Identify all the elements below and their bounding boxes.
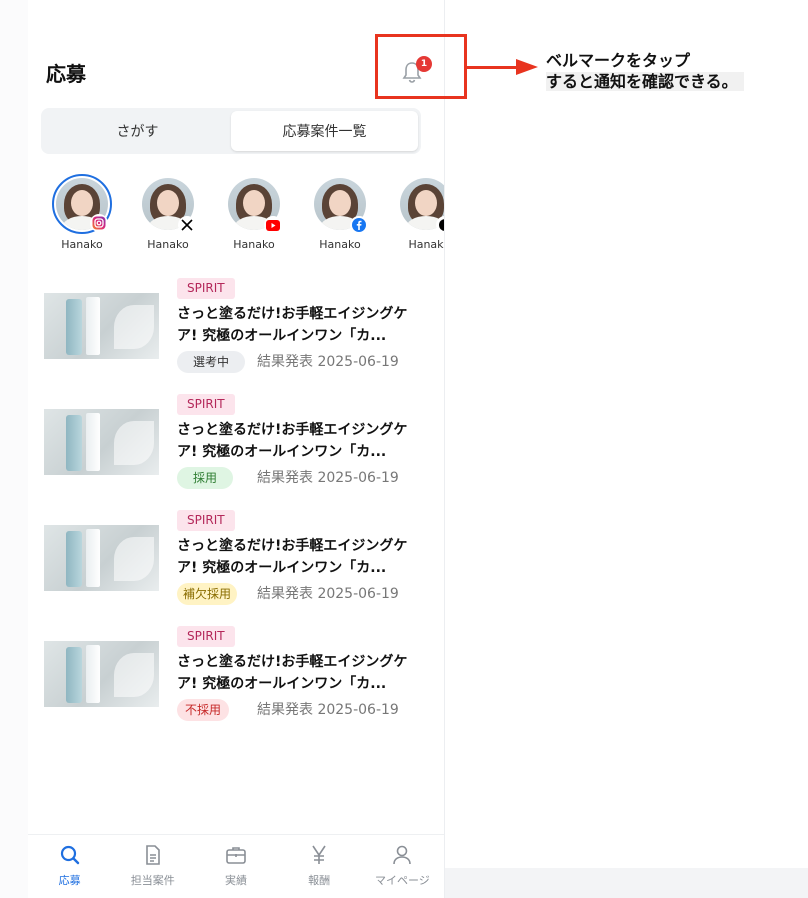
status-badge: 選考中 (177, 351, 246, 373)
product-thumbnail (44, 525, 159, 591)
brand-tag: SPIRIT (177, 394, 235, 415)
product-thumbnail (44, 409, 159, 475)
account-name: Hanako (147, 238, 189, 251)
instagram-icon (90, 214, 108, 232)
campaign-title: さっと塗るだけ!お手軽エイジングケア! 究極のオールインワン「カ... (177, 306, 408, 344)
nav-apply[interactable]: 応募 (30, 843, 110, 888)
account-item[interactable]: Hanak (396, 174, 444, 254)
nav-label: マイページ (374, 874, 430, 887)
account-item[interactable]: Hanako (138, 174, 198, 254)
page-left-margin (0, 0, 28, 898)
account-name: Hanako (233, 238, 275, 251)
account-item[interactable]: Hanako (224, 174, 284, 254)
account-name: Hanako (319, 238, 361, 251)
account-name: Hanak (408, 238, 444, 251)
nav-mypage[interactable]: マイページ (362, 843, 442, 888)
nav-label: 実績 (224, 874, 247, 887)
avatar-selected-ring (52, 174, 112, 234)
bell-highlight-box (375, 34, 467, 99)
nav-label: 報酬 (308, 874, 331, 887)
tab-application-list[interactable]: 応募案件一覧 (231, 111, 418, 151)
yen-icon (312, 845, 326, 864)
application-list: SPIRIT さっと塗るだけ!お手軽エイジングケア! 究極のオールインワン「カ.… (44, 278, 444, 742)
youtube-icon (264, 216, 282, 234)
product-thumbnail (44, 641, 159, 707)
list-item[interactable]: SPIRIT さっと塗るだけ!お手軽エイジングケア! 究極のオールインワン「カ.… (44, 510, 444, 626)
brand-tag: SPIRIT (177, 278, 235, 299)
product-thumbnail (44, 293, 159, 359)
account-name: Hanako (61, 238, 103, 251)
status-badge: 採用 (177, 467, 234, 489)
nav-results[interactable]: 実績 (196, 843, 276, 888)
campaign-title: さっと塗るだけ!お手軽エイジングケア! 究極のオールインワン「カ... (177, 538, 408, 576)
nav-rewards[interactable]: 報酬 (279, 843, 359, 888)
bottom-nav: 応募 担当案件 実績 報酬 マイページ (28, 834, 444, 894)
result-date: 結果発表 2025-06-19 (257, 354, 399, 370)
annotation-text: ベルマークをタップ すると通知を確認できる。 (546, 50, 744, 92)
search-icon (60, 845, 79, 865)
facebook-icon (350, 216, 368, 234)
list-item[interactable]: SPIRIT さっと塗るだけ!お手軽エイジングケア! 究極のオールインワン「カ.… (44, 394, 444, 510)
document-icon (145, 845, 160, 865)
list-item[interactable]: SPIRIT さっと塗るだけ!お手軽エイジングケア! 究極のオールインワン「カ.… (44, 626, 444, 742)
x-icon (178, 216, 196, 234)
nav-label: 担当案件 (130, 874, 175, 887)
tab-search[interactable]: さがす (44, 111, 231, 151)
app-screen: 応募 さがす 応募案件一覧 Hanako Hanako Hanako Hanak… (28, 0, 444, 898)
campaign-title: さっと塗るだけ!お手軽エイジングケア! 究極のオールインワン「カ... (177, 654, 408, 692)
annotation-arrow (467, 66, 519, 69)
account-item[interactable]: Hanako (52, 174, 112, 254)
annotation-line: ベルマークをタップ (546, 51, 691, 70)
list-item[interactable]: SPIRIT さっと塗るだけ!お手軽エイジングケア! 究極のオールインワン「カ.… (44, 278, 444, 394)
account-switcher: Hanako Hanako Hanako Hanako Hanak (52, 174, 444, 254)
nav-assigned[interactable]: 担当案件 (113, 843, 193, 888)
briefcase-icon (226, 847, 246, 864)
person-icon (393, 845, 412, 865)
annotation-arrow-head (516, 59, 538, 75)
result-date: 結果発表 2025-06-19 (257, 470, 399, 486)
result-date: 結果発表 2025-06-19 (257, 702, 399, 718)
status-badge: 補欠採用 (177, 583, 238, 605)
annotation-line: すると通知を確認できる。 (546, 72, 744, 91)
brand-tag: SPIRIT (177, 626, 235, 647)
status-badge: 不採用 (177, 699, 230, 721)
campaign-title: さっと塗るだけ!お手軽エイジングケア! 究極のオールインワン「カ... (177, 422, 408, 460)
result-date: 結果発表 2025-06-19 (257, 586, 399, 602)
page-title: 応募 (46, 62, 86, 86)
nav-label: 応募 (58, 874, 81, 887)
account-item[interactable]: Hanako (310, 174, 370, 254)
tiktok-icon (436, 216, 444, 234)
tab-bar: さがす 応募案件一覧 (41, 108, 421, 154)
brand-tag: SPIRIT (177, 510, 235, 531)
